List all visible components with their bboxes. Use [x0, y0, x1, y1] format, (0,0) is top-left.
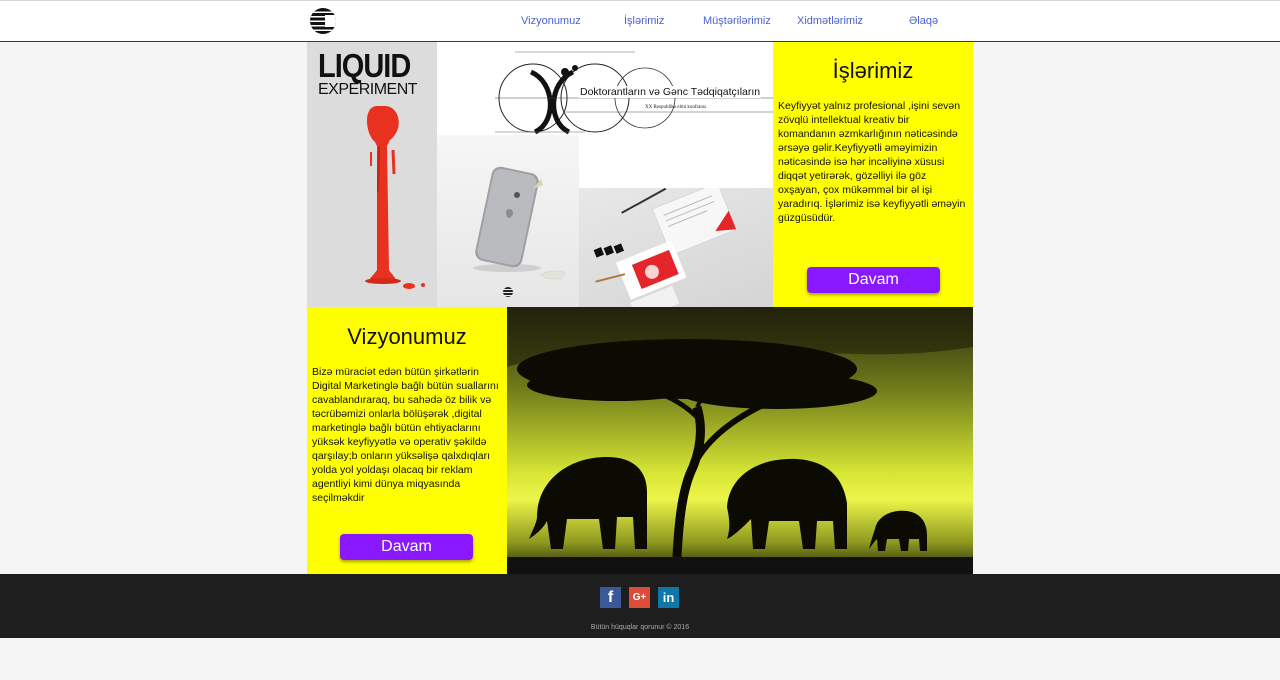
paint-drip-illustration: [365, 106, 425, 289]
google-plus-icon[interactable]: G+: [629, 587, 650, 608]
works-continue-button[interactable]: Davam: [807, 267, 940, 293]
copyright-text: Bütün hüquqlar qorunur © 2016: [590, 624, 690, 631]
nav-link-elaqe[interactable]: Əlaqə: [909, 15, 938, 27]
nav-link-vizyonumuz[interactable]: Vizyonumuz: [521, 15, 581, 27]
top-navigation-bar: Vizyonumuz İşlərimiz Müştərilərimiz Xidm…: [0, 0, 1280, 42]
linkedin-icon[interactable]: in: [658, 587, 679, 608]
elephants-silhouette: [507, 307, 973, 574]
nav-link-islerimiz[interactable]: İşlərimiz: [624, 15, 664, 27]
works-description: Keyfiyyət yalnız profesional ,işini sevə…: [778, 100, 966, 224]
conference-subtitle: XX Respublika elmi konfransı: [645, 105, 707, 110]
iphone-mockup[interactable]: [437, 135, 579, 307]
savanna-elephants-image: [507, 307, 973, 574]
nav-link-musterilerimiz[interactable]: Müştərilərimiz: [703, 15, 771, 27]
works-panel: İşlərimiz Keyfiyyət yalnız profesional ,…: [773, 42, 973, 307]
brand-identity-illustration: [593, 188, 737, 307]
vision-panel: Vizyonumuz Bizə müraciət edən bütün şirk…: [307, 307, 507, 574]
nav-link-xidmetlerimiz[interactable]: Xidmətlərimiz: [797, 15, 863, 27]
conference-title: Doktorantların və Gənc Tədqiqatçıların: [579, 86, 762, 98]
c-stripes-logo-icon[interactable]: [309, 7, 337, 35]
liquid-experiment-poster[interactable]: LIQUID EXPERIMENT: [307, 42, 437, 307]
page-footer: f G+ in Bütün hüquqlar qorunur © 2016: [0, 574, 1280, 638]
facebook-icon[interactable]: f: [600, 587, 621, 608]
vision-description: Bizə müraciət edən bütün şirkətlərin Dig…: [312, 366, 499, 504]
vision-continue-button[interactable]: Davam: [340, 534, 473, 560]
phone-illustration: [473, 166, 566, 280]
stationery-mockup[interactable]: [579, 188, 773, 307]
portfolio-gallery: LIQUID EXPERIMENT Doktorantların və Gənc…: [307, 42, 773, 307]
works-title: İşlərimiz: [832, 58, 914, 83]
main-content: LIQUID EXPERIMENT Doktorantların və Gənc…: [307, 42, 973, 574]
small-c-logo-icon: [503, 287, 513, 297]
vision-title: Vizyonumuz: [347, 324, 467, 349]
